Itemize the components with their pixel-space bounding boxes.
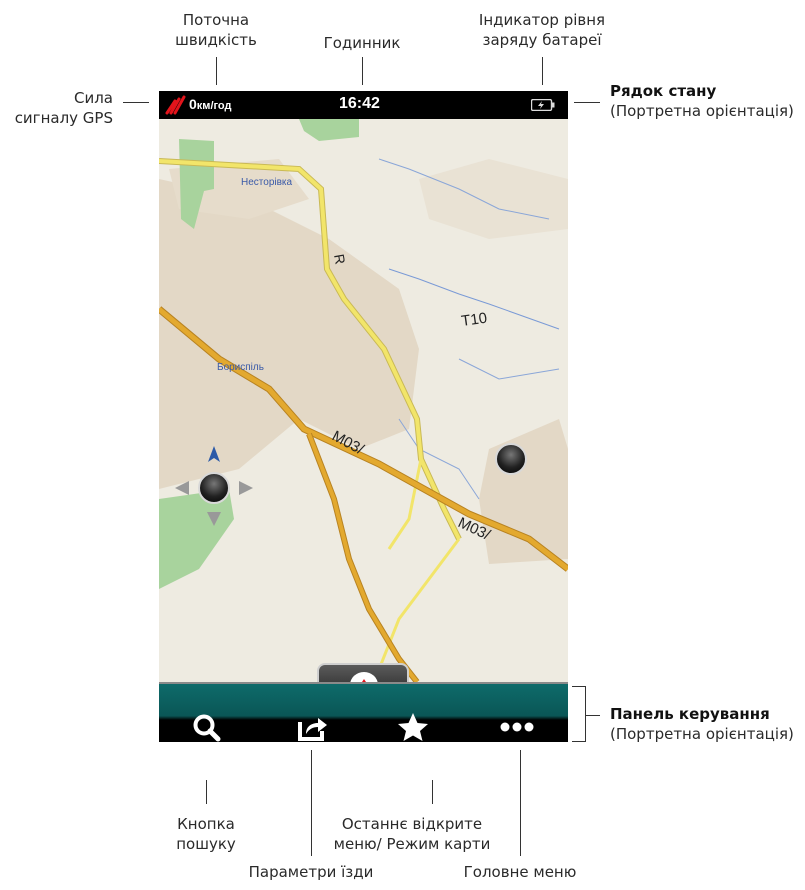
road-major-2 (307, 433, 419, 682)
battery-icon (531, 99, 555, 111)
map-label-town-1: Несторівка (241, 177, 293, 188)
leader-last-menu (432, 780, 434, 804)
leader-clock (362, 57, 364, 85)
clock: 16:42 (339, 95, 380, 112)
phone-screen: 0км/год 16:42 Несторівка Бориспіль R T10… (159, 91, 568, 742)
urban-area-3 (479, 419, 568, 564)
arrow-down-icon[interactable] (207, 512, 221, 526)
control-panel-title: Панель керування (610, 705, 770, 723)
leader-drive-params (311, 750, 313, 856)
arrow-right-icon[interactable] (239, 481, 253, 495)
river-4 (458, 358, 560, 380)
speed-unit: км/год (196, 100, 232, 112)
share-icon[interactable] (292, 712, 332, 742)
leader-gps-signal (123, 102, 149, 104)
callout-current-speed: Поточна швидкість (175, 11, 257, 49)
search-icon[interactable] (187, 712, 227, 742)
callout-last-menu: Останнє відкрите меню/ Режим карти (333, 815, 491, 853)
callout-status-bar: Рядок стану (Портретна орієнтація) (610, 81, 794, 121)
road-secondary-2 (372, 538, 461, 682)
callout-clock: Годинник (323, 34, 401, 52)
arrow-left-icon[interactable] (175, 481, 189, 495)
callout-gps-signal: Сила сигналу GPS (14, 89, 113, 127)
gps-signal-icon (165, 95, 186, 115)
leader-main-menu (520, 750, 522, 856)
urban-area-1 (159, 179, 419, 489)
callout-main-menu: Головне меню (463, 863, 577, 881)
speed-readout: 0км/год (189, 96, 232, 112)
leader-status-bar (574, 102, 600, 104)
map-canvas[interactable]: Несторівка Бориспіль R T10 M03/ M03/ (159, 119, 568, 682)
north-arrow-icon (208, 446, 220, 462)
callout-drive-params: Параметри їзди (248, 863, 374, 881)
speed-value: 0 (189, 96, 197, 112)
callout-battery: Індикатор рівня заряду батареї (478, 11, 606, 49)
star-icon[interactable] (393, 712, 433, 742)
control-panel (159, 682, 568, 742)
more-icon[interactable] (497, 712, 537, 742)
map-view[interactable]: Несторівка Бориспіль R T10 M03/ M03/ (159, 119, 568, 707)
callout-control-panel: Панель керування (Портретна орієнтація) (610, 704, 794, 744)
green-area-3 (299, 119, 359, 141)
river-3 (398, 418, 480, 500)
pan-knob[interactable] (198, 472, 230, 504)
status-bar-title: Рядок стану (610, 82, 717, 100)
status-bar: 0км/год 16:42 (159, 91, 568, 119)
urban-area-4 (419, 159, 568, 239)
leader-battery (542, 57, 544, 85)
control-panel-sub: (Портретна орієнтація) (610, 725, 794, 743)
leader-current-speed (216, 57, 218, 85)
leader-control-panel (586, 715, 600, 717)
zoom-knob[interactable] (495, 443, 527, 475)
bracket-bottom (572, 741, 586, 743)
bracket-side (585, 686, 587, 742)
pan-control[interactable] (171, 444, 261, 534)
bracket-top (572, 686, 586, 688)
status-bar-sub: (Портретна орієнтація) (610, 102, 794, 120)
callout-search-button: Кнопка пошуку (176, 815, 236, 853)
leader-search (206, 780, 208, 804)
map-label-road-t10: T10 (460, 310, 488, 330)
map-label-town-2: Бориспіль (217, 362, 264, 373)
